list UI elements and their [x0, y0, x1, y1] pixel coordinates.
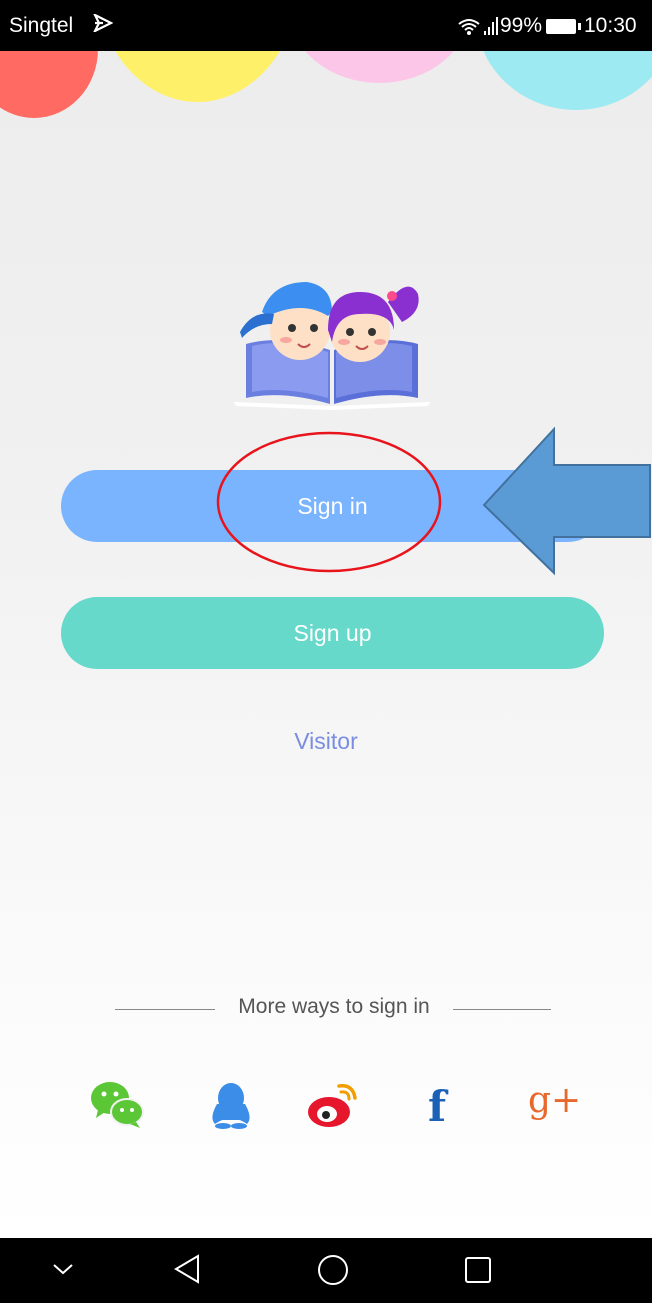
signal-icon [484, 17, 500, 40]
clock: 10:30 [584, 14, 637, 37]
collapse-icon[interactable] [52, 1262, 74, 1276]
weibo-icon[interactable] [305, 1080, 361, 1130]
home-icon[interactable] [316, 1253, 350, 1287]
divider-line-left [115, 1009, 215, 1010]
battery-icon [546, 19, 581, 34]
navigation-bar [0, 1238, 652, 1303]
qq-icon[interactable] [203, 1080, 259, 1130]
recents-icon[interactable] [463, 1255, 493, 1285]
carrier-flag-icon [92, 12, 114, 37]
visitor-link[interactable]: Visitor [0, 728, 652, 755]
wechat-icon[interactable] [90, 1080, 146, 1130]
more-ways-label: More ways to sign in [238, 995, 430, 1018]
carrier-name: Singtel [9, 14, 74, 37]
more-ways-divider: More ways to sign in [115, 995, 551, 1025]
kids-reading-book-logo [232, 272, 432, 417]
battery-percent: 99% [500, 14, 543, 37]
screen: Singtel 99% 10:30 Sign in Sign up Visito… [0, 0, 652, 1303]
status-bar: Singtel 99% 10:30 [0, 0, 652, 51]
sign-in-button[interactable]: Sign in [61, 470, 604, 542]
wifi-icon [458, 18, 480, 41]
divider-line-right [453, 1009, 551, 1010]
google-plus-icon[interactable]: g+ [528, 1080, 581, 1121]
back-icon[interactable] [172, 1253, 202, 1285]
google-plus-glyph: g+ [528, 1080, 582, 1121]
sign-up-button[interactable]: Sign up [61, 597, 604, 669]
facebook-icon[interactable]: f [428, 1082, 446, 1131]
